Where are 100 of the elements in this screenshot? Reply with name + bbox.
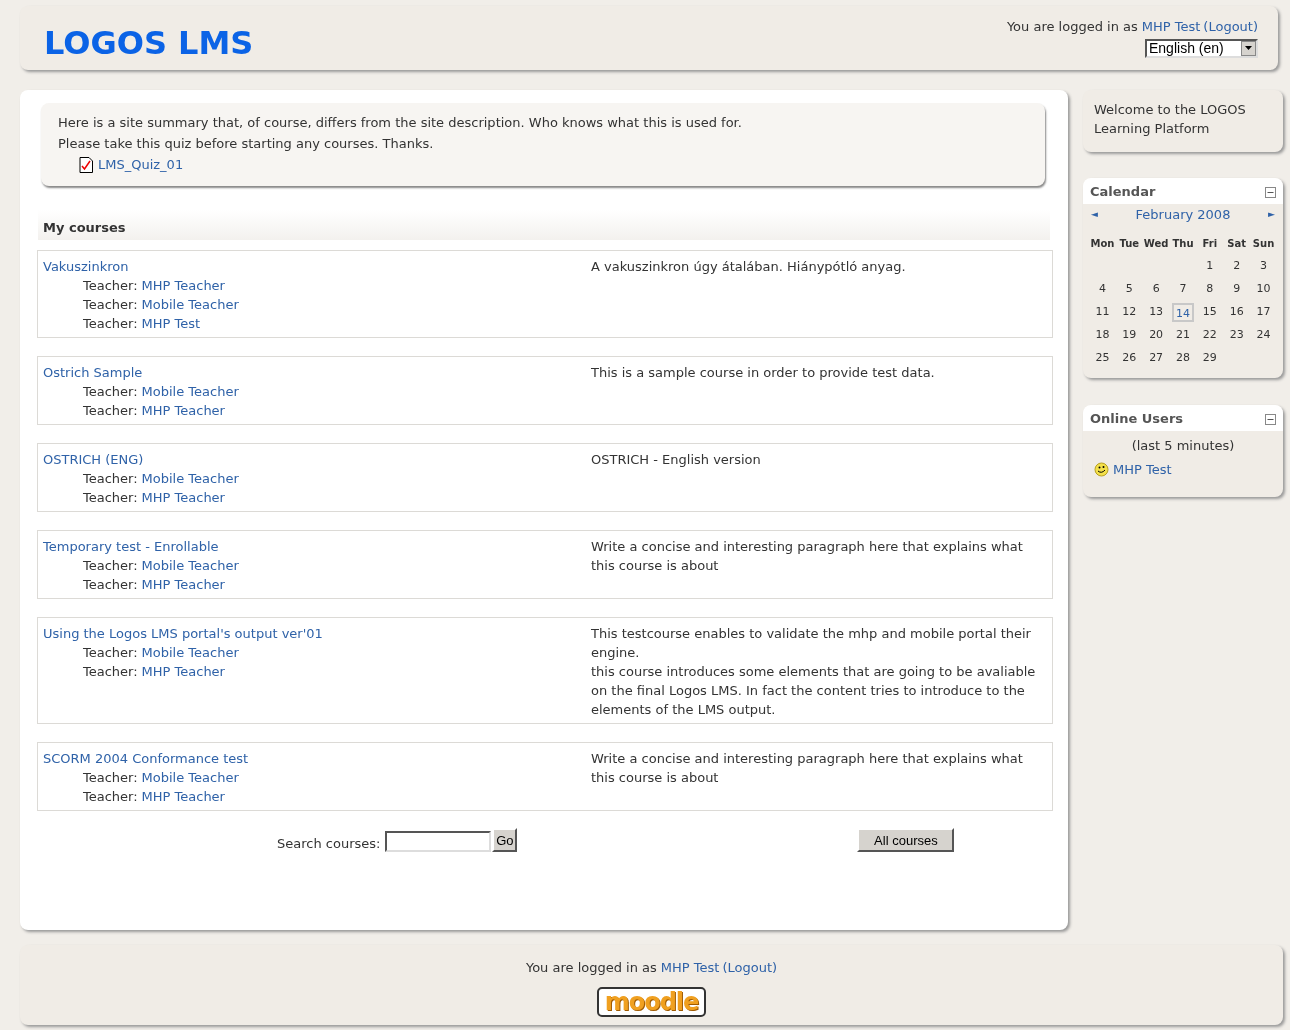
course-link[interactable]: Temporary test - Enrollable <box>43 537 591 556</box>
weekday-label: Mon <box>1089 237 1116 251</box>
course-summary: This testcourse enables to validate the mhp and mobile portal their engine. <box>591 625 1032 662</box>
weekday-label: Thu <box>1171 237 1195 251</box>
language-select[interactable]: English (en) <box>1145 38 1258 58</box>
course-summary: this course introduces some elements that are going to be avaliable on the final Logos LMS. In fact the content tries to introduce to the elements of the LMS output. <box>591 663 1037 719</box>
teacher-label: Teacher: <box>83 576 138 594</box>
calendar-day[interactable]: 26 <box>1122 350 1137 367</box>
user-link[interactable]: MHP Test <box>1113 460 1172 480</box>
course-link[interactable]: Ostrich Sample <box>43 363 591 382</box>
teacher-link[interactable]: Mobile Teacher <box>141 768 239 787</box>
previous-month-arrow[interactable]: ◄ <box>1091 208 1098 222</box>
summary-text: Here is a site summary that, of course, differs from the site description. Who knows what this is used for. <box>58 114 743 132</box>
calendar-day[interactable]: 9 <box>1233 281 1241 298</box>
course-summary: OSTRICH - English version <box>591 451 762 469</box>
calendar-day[interactable]: 11 <box>1095 304 1110 321</box>
course-link[interactable]: Using the Logos LMS portal's output ver'01 <box>43 624 591 643</box>
teacher-label: Teacher: <box>83 769 138 787</box>
teacher-label: Teacher: <box>83 663 138 681</box>
weekday-label: Fri <box>1201 237 1219 251</box>
course-link[interactable]: OSTRICH (ENG) <box>43 450 591 469</box>
calendar-day[interactable]: 8 <box>1206 281 1214 298</box>
teacher-label: Teacher: <box>83 644 138 662</box>
teacher-link[interactable]: MHP Teacher <box>141 488 225 507</box>
weekday-label: Sun <box>1251 237 1276 251</box>
teacher-link[interactable]: Mobile Teacher <box>141 556 239 575</box>
teacher-label: Teacher: <box>83 788 138 806</box>
teacher-label: Teacher: <box>83 402 138 420</box>
calendar-day[interactable]: 14 <box>1172 303 1194 322</box>
calendar-day[interactable]: 21 <box>1176 327 1190 344</box>
calendar-day[interactable]: 18 <box>1095 327 1110 344</box>
login-status-text: You are logged in as <box>525 959 657 977</box>
calendar-day[interactable]: 15 <box>1202 304 1217 321</box>
course-summary: A vakuszinkron úgy átalában. Hiánypótló anyag. <box>591 258 907 276</box>
teacher-link[interactable]: MHP Teacher <box>141 662 225 681</box>
teacher-label: Teacher: <box>83 277 138 295</box>
teacher-link[interactable]: Mobile Teacher <box>141 382 239 401</box>
user-link[interactable]: MHP Test <box>660 958 720 978</box>
calendar-day[interactable]: 7 <box>1179 281 1187 298</box>
collapse-icon[interactable] <box>1265 186 1276 198</box>
search-label: Search courses: <box>277 835 381 853</box>
month-title: February 2008 <box>1135 206 1231 225</box>
teacher-label: Teacher: <box>83 383 138 401</box>
calendar-day[interactable]: 27 <box>1149 350 1164 367</box>
teacher-link[interactable]: MHP Teacher <box>141 276 225 295</box>
search-field[interactable] <box>385 831 492 853</box>
calendar-day[interactable]: 6 <box>1152 281 1160 298</box>
calendar-day[interactable]: 20 <box>1149 327 1164 344</box>
calendar-day[interactable]: 25 <box>1095 350 1110 367</box>
time-period-text: (last 5 minutes) <box>1130 437 1236 454</box>
teacher-link[interactable]: MHP Teacher <box>141 401 225 420</box>
calendar-day[interactable]: 12 <box>1122 304 1137 321</box>
teacher-link[interactable]: MHP Teacher <box>141 575 225 594</box>
user-link[interactable]: MHP Test <box>1141 17 1201 37</box>
teacher-label: Teacher: <box>83 557 138 575</box>
teacher-link[interactable]: Mobile Teacher <box>141 643 239 662</box>
calendar-day[interactable]: 4 <box>1098 281 1106 298</box>
course-summary: Write a concise and interesting paragraph here that explains what this course is about <box>591 750 1024 787</box>
calendar-day[interactable]: 5 <box>1125 281 1133 298</box>
site-title: LOGOS LMS <box>44 25 254 61</box>
course-summary: This is a sample course in order to provide test data. <box>591 364 936 382</box>
logout-link[interactable]: (Logout) <box>1203 17 1258 37</box>
course-summary: Write a concise and interesting paragraph here that explains what this course is about <box>591 538 1024 575</box>
caret-icon <box>1241 40 1256 56</box>
course-link[interactable]: Vakuszinkron <box>43 257 591 276</box>
quiz-icon <box>79 156 94 173</box>
weekday-label: Tue <box>1118 237 1141 251</box>
next-month-arrow[interactable]: ► <box>1268 208 1275 222</box>
calendar-day[interactable]: 2 <box>1233 258 1241 275</box>
teacher-link[interactable]: MHP Test <box>141 314 201 333</box>
calendar-day[interactable]: 19 <box>1122 327 1137 344</box>
teacher-link[interactable]: MHP Teacher <box>141 787 225 806</box>
course-link[interactable]: SCORM 2004 Conformance test <box>43 749 591 768</box>
welcome-text: Welcome to the LOGOS Learning Platform <box>1094 101 1247 138</box>
teacher-label: Teacher: <box>83 315 138 333</box>
teacher-link[interactable]: Mobile Teacher <box>141 469 239 488</box>
calendar-day[interactable]: 23 <box>1229 327 1244 344</box>
calendar-day[interactable]: 28 <box>1176 350 1190 367</box>
quiz-link[interactable]: LMS_Quiz_01 <box>98 154 184 175</box>
calendar-day[interactable]: 24 <box>1256 327 1271 344</box>
calendar-day[interactable]: 10 <box>1256 281 1271 298</box>
teacher-label: Teacher: <box>83 470 138 488</box>
calendar-day[interactable]: 16 <box>1229 304 1244 321</box>
calendar-day[interactable]: 29 <box>1202 350 1217 367</box>
teacher-label: Teacher: <box>83 296 138 314</box>
calendar-day[interactable]: 17 <box>1256 304 1271 321</box>
logout-link[interactable]: (Logout) <box>722 958 778 978</box>
calendar-day[interactable]: 1 <box>1206 258 1214 275</box>
calendar-day[interactable]: 22 <box>1202 327 1217 344</box>
teacher-link[interactable]: Mobile Teacher <box>141 295 239 314</box>
all-courses-button[interactable]: All courses <box>857 828 955 853</box>
teacher-label: Teacher: <box>83 489 138 507</box>
collapse-icon[interactable] <box>1265 413 1276 425</box>
weekday-label: Sat <box>1226 237 1248 251</box>
calendar-day[interactable]: 3 <box>1260 258 1268 275</box>
calendar-day[interactable]: 13 <box>1149 304 1164 321</box>
weekday-label: Wed <box>1142 237 1170 251</box>
block-title: Calendar <box>1090 183 1156 202</box>
smiley-icon <box>1094 462 1109 478</box>
go-button[interactable]: Go <box>492 828 518 853</box>
